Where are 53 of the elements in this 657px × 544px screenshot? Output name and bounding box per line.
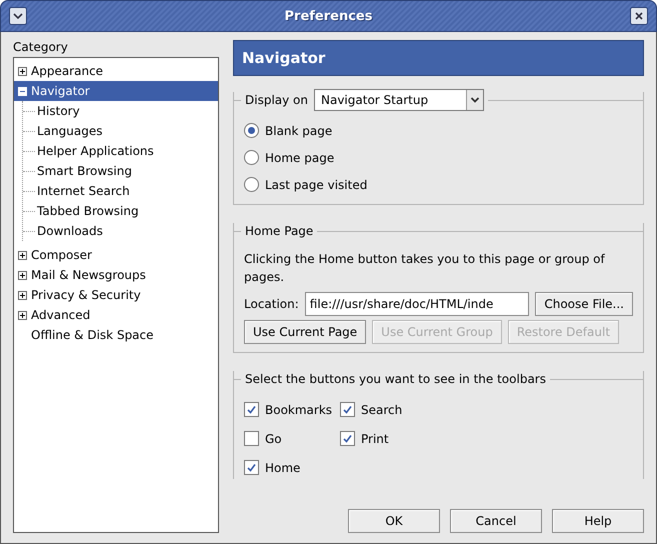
location-field[interactable]: file:///usr/share/doc/HTML/inde xyxy=(304,292,530,316)
checkbox[interactable] xyxy=(244,402,259,417)
category-item[interactable]: Helper Applications xyxy=(35,144,154,158)
checkbox[interactable] xyxy=(244,431,259,446)
collapse-icon[interactable] xyxy=(18,86,27,96)
expand-icon[interactable] xyxy=(18,66,27,76)
help-button[interactable]: Help xyxy=(552,509,644,533)
radio-label: Home page xyxy=(265,150,334,164)
category-item[interactable]: Advanced xyxy=(29,308,92,322)
category-item[interactable]: Tabbed Browsing xyxy=(35,204,139,218)
category-item[interactable]: Appearance xyxy=(29,64,106,78)
radio-button[interactable] xyxy=(244,123,259,138)
checkbox-label: Go xyxy=(265,432,282,446)
category-item[interactable]: Composer xyxy=(29,248,94,262)
radio-button[interactable] xyxy=(244,150,259,165)
checkbox-label: Home xyxy=(265,460,300,474)
window-title: Preferences xyxy=(284,8,372,24)
expand-icon[interactable] xyxy=(18,270,27,280)
checkbox-label: Search xyxy=(361,402,402,416)
expand-icon[interactable] xyxy=(18,310,27,320)
use-current-page-button[interactable]: Use Current Page xyxy=(244,320,366,344)
category-item[interactable]: Mail & Newsgroups xyxy=(29,268,148,282)
category-item[interactable]: Languages xyxy=(35,124,102,138)
window-menu-button[interactable] xyxy=(9,7,27,25)
group-title: Select the buttons you want to see in the toolbars xyxy=(245,372,546,386)
category-label: Category xyxy=(13,40,69,54)
category-item[interactable]: Offline & Disk Space xyxy=(29,328,156,342)
display-on-dropdown[interactable]: Navigator Startup xyxy=(314,89,484,111)
checkbox-label: Print xyxy=(361,432,389,446)
radio-label: Blank page xyxy=(265,124,332,138)
location-label: Location: xyxy=(244,297,299,311)
category-item[interactable]: Internet Search xyxy=(35,184,130,198)
cancel-button[interactable]: Cancel xyxy=(450,509,542,533)
category-item[interactable]: Downloads xyxy=(35,224,103,238)
category-item[interactable]: Privacy & Security xyxy=(29,288,143,302)
checkbox[interactable] xyxy=(244,460,259,475)
expand-icon[interactable] xyxy=(18,290,27,300)
checkbox[interactable] xyxy=(340,431,355,446)
radio-label: Last page visited xyxy=(265,178,368,192)
category-item[interactable]: History xyxy=(35,104,80,118)
display-on-label: Display on xyxy=(245,93,308,107)
choose-file-button[interactable]: Choose File... xyxy=(535,292,633,316)
checkbox[interactable] xyxy=(340,402,355,417)
ok-button[interactable]: OK xyxy=(348,509,440,533)
category-item[interactable]: Smart Browsing xyxy=(35,164,132,178)
panel-title: Navigator xyxy=(233,40,644,76)
radio-button[interactable] xyxy=(244,177,259,192)
checkbox-label: Bookmarks xyxy=(265,402,332,416)
group-title: Home Page xyxy=(245,224,314,238)
home-page-description: Clicking the Home button takes you to this page or group of pages. xyxy=(244,251,606,286)
expand-icon[interactable] xyxy=(18,250,27,260)
category-item[interactable]: Navigator xyxy=(29,84,92,98)
close-icon[interactable] xyxy=(630,7,648,25)
